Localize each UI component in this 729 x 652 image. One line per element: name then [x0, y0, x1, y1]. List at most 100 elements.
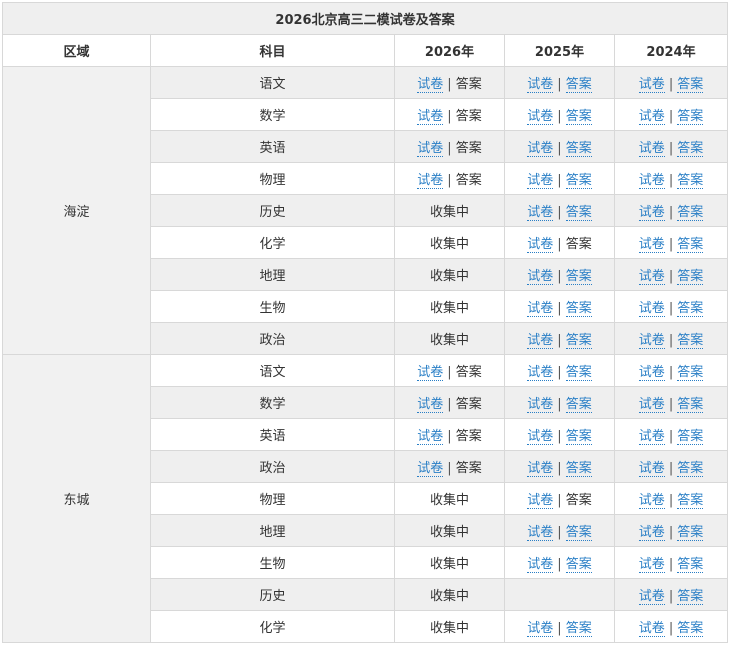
paper-link[interactable]: 试卷 — [527, 525, 554, 541]
paper-link[interactable]: 试卷 — [638, 301, 665, 317]
paper-link[interactable]: 试卷 — [417, 173, 444, 189]
paper-link[interactable]: 试卷 — [527, 109, 554, 125]
year-cell-2025: 试卷 | 答案 — [504, 322, 615, 355]
answer-link[interactable]: 答案 — [677, 141, 704, 157]
paper-link[interactable]: 试卷 — [527, 173, 554, 189]
answer-link[interactable]: 答案 — [565, 333, 592, 349]
paper-link[interactable]: 试卷 — [527, 365, 554, 381]
paper-link[interactable]: 试卷 — [527, 333, 554, 349]
paper-link[interactable]: 试卷 — [638, 589, 665, 605]
answer-link[interactable]: 答案 — [677, 205, 704, 221]
answer-link[interactable]: 答案 — [677, 557, 704, 573]
header-2024: 2024年 — [613, 34, 729, 67]
answer-link[interactable]: 答案 — [565, 557, 592, 573]
answer-link[interactable]: 答案 — [677, 589, 704, 605]
paper-link[interactable]: 试卷 — [527, 141, 554, 157]
answer-link[interactable]: 答案 — [677, 77, 704, 93]
year-cell-2024: 试卷 | 答案 — [613, 194, 729, 227]
paper-link[interactable]: 试卷 — [527, 557, 554, 573]
paper-link[interactable]: 试卷 — [417, 365, 444, 381]
answer-link[interactable]: 答案 — [565, 269, 592, 285]
answer-link[interactable]: 答案 — [677, 621, 704, 637]
subject-cell: 生物 — [150, 290, 395, 323]
paper-link[interactable]: 试卷 — [638, 461, 665, 477]
answer-link[interactable]: 答案 — [565, 77, 592, 93]
paper-link[interactable]: 试卷 — [527, 461, 554, 477]
paper-link[interactable]: 试卷 — [527, 205, 554, 221]
paper-link[interactable]: 试卷 — [638, 365, 665, 381]
answer-link[interactable]: 答案 — [677, 493, 704, 509]
answer-link[interactable]: 答案 — [565, 205, 592, 221]
answer-link[interactable]: 答案 — [677, 525, 704, 541]
paper-link[interactable]: 试卷 — [527, 397, 554, 413]
answer-link[interactable]: 答案 — [677, 109, 704, 125]
paper-link[interactable]: 试卷 — [417, 429, 444, 445]
answer-link[interactable]: 答案 — [677, 429, 704, 445]
separator: | — [557, 173, 562, 188]
paper-link[interactable]: 试卷 — [417, 397, 444, 413]
paper-link[interactable]: 试卷 — [638, 237, 665, 253]
answer-text: 答案 — [455, 397, 482, 412]
year-cell-2025: 试卷 | 答案 — [504, 162, 615, 195]
answer-link[interactable]: 答案 — [677, 301, 704, 317]
subject-cell: 历史 — [150, 578, 395, 611]
answer-link[interactable]: 答案 — [565, 301, 592, 317]
answer-link[interactable]: 答案 — [565, 525, 592, 541]
paper-link[interactable]: 试卷 — [638, 525, 665, 541]
paper-link[interactable]: 试卷 — [638, 141, 665, 157]
answer-link[interactable]: 答案 — [677, 173, 704, 189]
answer-link[interactable]: 答案 — [677, 269, 704, 285]
paper-link[interactable]: 试卷 — [638, 429, 665, 445]
separator: | — [557, 237, 562, 252]
separator: | — [447, 365, 452, 380]
answer-link[interactable]: 答案 — [565, 621, 592, 637]
paper-link[interactable]: 试卷 — [527, 269, 554, 285]
paper-link[interactable]: 试卷 — [638, 205, 665, 221]
separator: | — [668, 365, 674, 380]
year-cell-2025: 试卷 | 答案 — [504, 98, 615, 131]
year-cell-2024: 试卷 | 答案 — [613, 546, 729, 579]
paper-link[interactable]: 试卷 — [638, 397, 665, 413]
paper-link[interactable]: 试卷 — [527, 493, 554, 509]
year-cell-2026: 收集中 — [394, 226, 505, 259]
year-cell-2024: 试卷 | 答案 — [613, 162, 729, 195]
subject-cell: 历史 — [150, 194, 395, 227]
paper-link[interactable]: 试卷 — [638, 173, 665, 189]
paper-link[interactable]: 试卷 — [417, 461, 444, 477]
paper-link[interactable]: 试卷 — [527, 301, 554, 317]
answer-link[interactable]: 答案 — [565, 109, 592, 125]
answer-link[interactable]: 答案 — [677, 365, 704, 381]
answer-link[interactable]: 答案 — [677, 237, 704, 253]
paper-link[interactable]: 试卷 — [527, 621, 554, 637]
answer-link[interactable]: 答案 — [565, 365, 592, 381]
answer-link[interactable]: 答案 — [565, 141, 592, 157]
answer-link[interactable]: 答案 — [565, 461, 592, 477]
paper-link[interactable]: 试卷 — [527, 237, 554, 253]
paper-link[interactable]: 试卷 — [527, 429, 554, 445]
year-cell-2026: 试卷 | 答案 — [394, 66, 505, 99]
separator: | — [447, 77, 452, 92]
paper-link[interactable]: 试卷 — [417, 109, 444, 125]
paper-link[interactable]: 试卷 — [638, 493, 665, 509]
subject-cell: 地理 — [150, 514, 395, 547]
year-cell-2026: 收集中 — [394, 258, 505, 291]
paper-link[interactable]: 试卷 — [638, 77, 665, 93]
answer-link[interactable]: 答案 — [677, 461, 704, 477]
paper-link[interactable]: 试卷 — [638, 269, 665, 285]
separator: | — [668, 237, 674, 252]
paper-link[interactable]: 试卷 — [527, 77, 554, 93]
paper-link[interactable]: 试卷 — [417, 77, 444, 93]
paper-link[interactable]: 试卷 — [417, 141, 444, 157]
year-cell-2025: 试卷 | 答案 — [504, 546, 615, 579]
paper-link[interactable]: 试卷 — [638, 109, 665, 125]
subject-cell: 生物 — [150, 546, 395, 579]
paper-link[interactable]: 试卷 — [638, 333, 665, 349]
answer-link[interactable]: 答案 — [677, 333, 704, 349]
answer-link[interactable]: 答案 — [677, 397, 704, 413]
answer-link[interactable]: 答案 — [565, 429, 592, 445]
paper-link[interactable]: 试卷 — [638, 557, 665, 573]
paper-link[interactable]: 试卷 — [638, 621, 665, 637]
answer-text: 答案 — [455, 173, 482, 188]
answer-link[interactable]: 答案 — [565, 173, 592, 189]
answer-link[interactable]: 答案 — [565, 397, 592, 413]
